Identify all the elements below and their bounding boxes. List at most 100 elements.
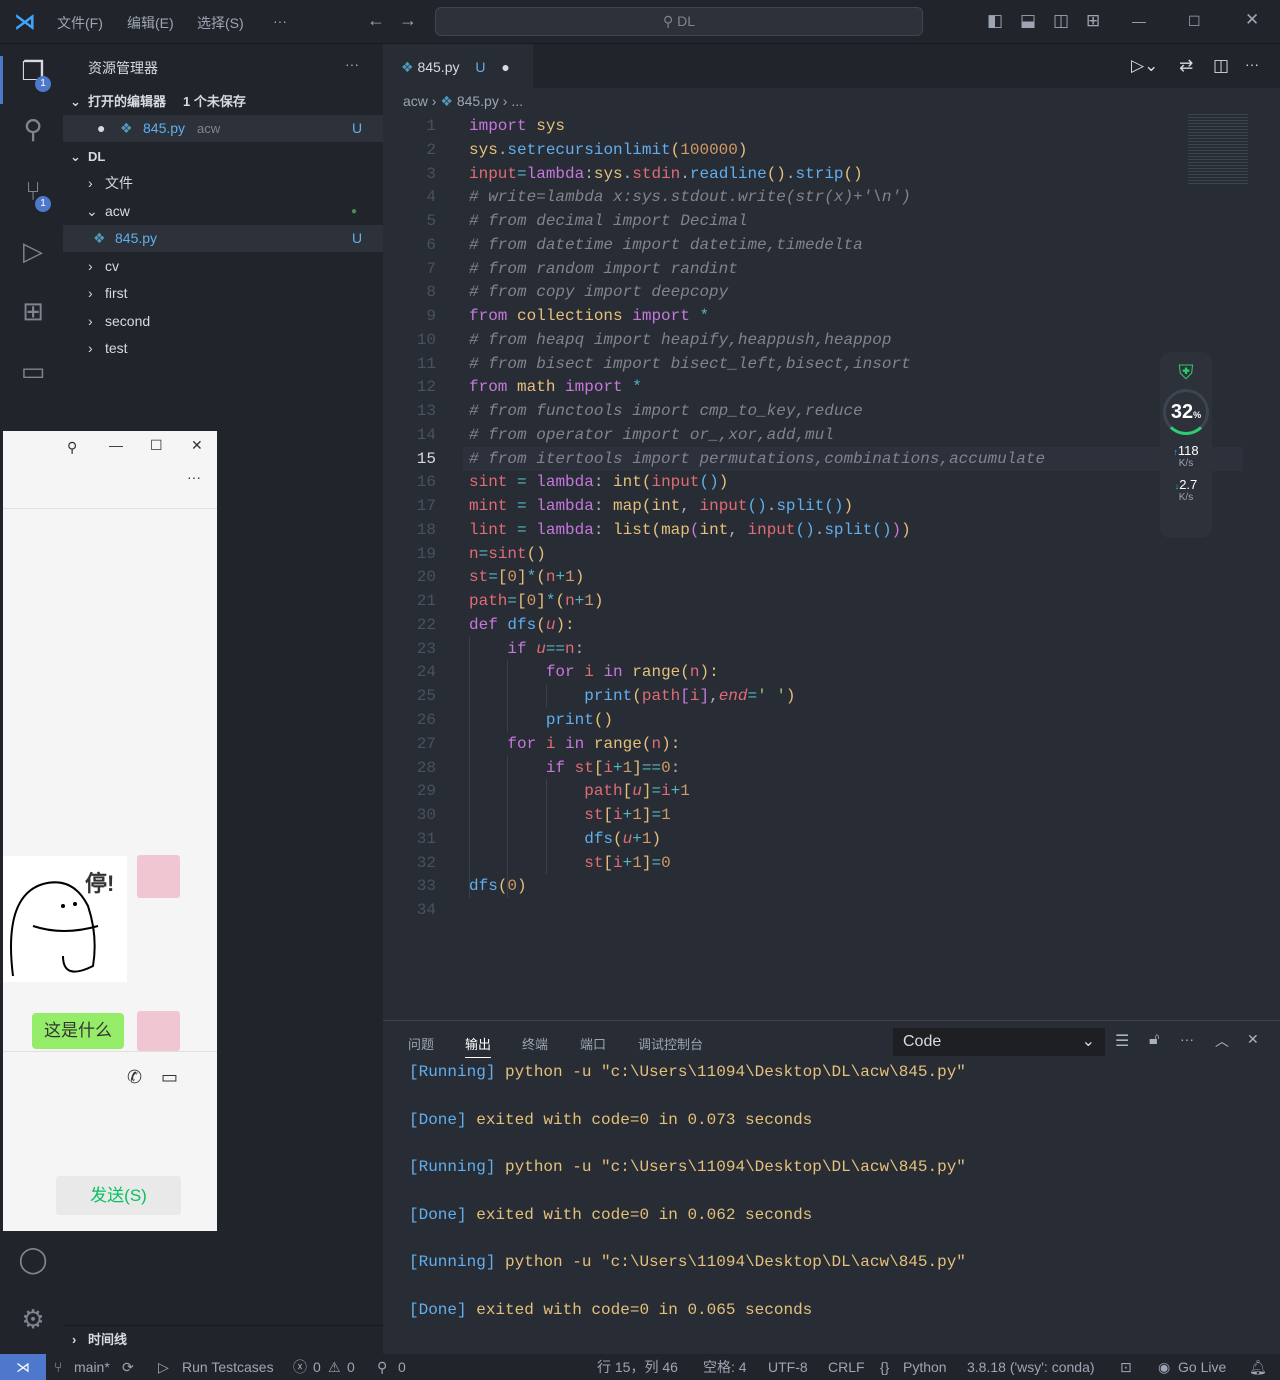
code-line[interactable]: from math import *: [469, 375, 642, 399]
tree-item-folder[interactable]: › cv: [63, 253, 383, 280]
close-button[interactable]: ✕: [1245, 10, 1259, 30]
code-line[interactable]: # from copy import deepcopy: [469, 280, 728, 304]
indentation[interactable]: 空格: 4: [703, 1354, 747, 1380]
code-line[interactable]: n=sint(): [469, 542, 546, 566]
notifications-bell-icon[interactable]: 🔔︎: [1249, 1354, 1267, 1380]
maximize-button[interactable]: ☐: [1188, 13, 1201, 30]
close-button[interactable]: ✕: [191, 437, 203, 454]
code-line[interactable]: mint = lambda: map(int, input().split()): [469, 494, 853, 518]
video-call-icon[interactable]: ▭: [161, 1067, 178, 1088]
code-line[interactable]: if st[i+1]==0:: [469, 756, 680, 780]
folder-root-header[interactable]: ⌄ DL: [63, 143, 383, 170]
back-icon[interactable]: ←: [367, 10, 385, 31]
lock-scroll-icon[interactable]: 🔓︎: [1149, 1031, 1159, 1049]
code-line[interactable]: dfs(0): [469, 874, 527, 898]
tree-item-folder[interactable]: › first: [63, 280, 383, 307]
accounts-icon[interactable]: ◯: [15, 1244, 51, 1280]
code-line[interactable]: print(): [469, 708, 613, 732]
more-actions-icon[interactable]: ···: [1180, 1031, 1194, 1047]
toggle-secondary-sidebar-icon[interactable]: ◫: [1053, 11, 1069, 31]
pin-icon[interactable]: ⚲: [67, 439, 77, 456]
code-line[interactable]: # from bisect import bisect_left,bisect,…: [469, 352, 911, 376]
minimize-button[interactable]: —: [109, 437, 123, 453]
tree-item-folder[interactable]: ⌄ acw ●: [63, 198, 383, 225]
remote-explorer-icon[interactable]: ▭: [15, 356, 51, 392]
maximize-panel-icon[interactable]: ︿: [1215, 1031, 1229, 1051]
error-count[interactable]: 0: [313, 1354, 321, 1380]
toggle-sidebar-icon[interactable]: ◧: [987, 11, 1003, 31]
compare-changes-icon[interactable]: ⇄: [1179, 56, 1193, 76]
settings-gear-icon[interactable]: ⚙: [15, 1304, 51, 1340]
git-branch[interactable]: main*: [74, 1354, 110, 1380]
menu-file[interactable]: 文件(F): [57, 13, 103, 33]
timeline-header[interactable]: › 时间线: [63, 1325, 383, 1352]
extensions-icon[interactable]: ⊞: [15, 296, 51, 332]
code-line[interactable]: # from heapq import heapify,heappush,hea…: [469, 328, 891, 352]
send-button[interactable]: 发送(S): [56, 1176, 181, 1215]
tree-item-folder[interactable]: › second: [63, 308, 383, 335]
remote-indicator-icon[interactable]: ⋊: [0, 1354, 46, 1380]
warning-count[interactable]: 0: [347, 1354, 355, 1380]
code-line[interactable]: sys.setrecursionlimit(100000): [469, 138, 747, 162]
more-actions-icon[interactable]: ···: [1245, 56, 1259, 72]
code-line[interactable]: def dfs(u):: [469, 613, 575, 637]
code-line[interactable]: # from itertools import permutations,com…: [469, 447, 1045, 471]
code-line[interactable]: path=[0]*(n+1): [469, 589, 604, 613]
customize-layout-icon[interactable]: ⊞: [1086, 11, 1100, 31]
menu-more[interactable]: ···: [273, 13, 287, 29]
tab-845py[interactable]: ❖ 845.py U ●: [383, 44, 533, 88]
run-testcases-button[interactable]: Run Testcases: [182, 1354, 274, 1380]
code-line[interactable]: # from decimal import Decimal: [469, 209, 747, 233]
breadcrumb-symbol[interactable]: ...: [511, 93, 523, 109]
tab-ports[interactable]: 端口: [580, 1034, 606, 1053]
code-line[interactable]: dfs(u+1): [469, 827, 661, 851]
code-line[interactable]: if u==n:: [469, 637, 584, 661]
sticker-image[interactable]: 停!: [3, 856, 127, 982]
tab-terminal[interactable]: 终端: [522, 1034, 548, 1053]
more-icon[interactable]: ···: [187, 469, 201, 485]
python-interpreter[interactable]: 3.8.18 ('wsy': conda): [967, 1354, 1095, 1380]
toggle-panel-icon[interactable]: ⬓: [1020, 11, 1036, 31]
close-panel-icon[interactable]: ✕: [1247, 1031, 1259, 1048]
phone-call-icon[interactable]: ✆: [127, 1067, 142, 1088]
tab-output[interactable]: 输出: [465, 1034, 492, 1058]
tab-debug-console[interactable]: 调试控制台: [638, 1034, 703, 1053]
avatar[interactable]: [137, 1011, 180, 1051]
sync-icon[interactable]: ⟳: [122, 1354, 134, 1380]
split-editor-icon[interactable]: ◫: [1213, 56, 1229, 76]
code-line[interactable]: path[u]=i+1: [469, 779, 690, 803]
code-line[interactable]: input=lambda:sys.stdin.readline().strip(…: [469, 162, 863, 186]
run-debug-icon[interactable]: ▷: [15, 236, 51, 272]
code-line[interactable]: import sys: [469, 114, 565, 138]
ports-count[interactable]: 0: [398, 1354, 406, 1380]
code-line[interactable]: # write=lambda x:sys.stdout.write(str(x)…: [469, 185, 911, 209]
tree-item-file[interactable]: ❖ 845.py U: [63, 225, 383, 252]
code-line[interactable]: st[i+1]=1: [469, 803, 670, 827]
avatar[interactable]: [137, 855, 180, 898]
tab-problems[interactable]: 问题: [408, 1034, 434, 1053]
open-editor-item[interactable]: ● ❖ 845.py acw U: [63, 115, 383, 142]
unsaved-dot-icon[interactable]: ●: [501, 59, 509, 75]
code-line[interactable]: from collections import *: [469, 304, 709, 328]
tree-item-folder[interactable]: › 文件: [63, 170, 383, 197]
minimap[interactable]: [1188, 114, 1248, 184]
code-line[interactable]: # from functools import cmp_to_key,reduc…: [469, 399, 863, 423]
menu-edit[interactable]: 编辑(E): [127, 13, 174, 33]
code-line[interactable]: st[i+1]=0: [469, 851, 670, 875]
go-live-button[interactable]: Go Live: [1178, 1354, 1226, 1380]
run-file-icon[interactable]: ▷⌄: [1131, 56, 1158, 76]
output-channel-select[interactable]: Code ⌄: [893, 1028, 1105, 1056]
tree-item-folder[interactable]: › test: [63, 335, 383, 362]
code-line[interactable]: lint = lambda: list(map(int, input().spl…: [469, 518, 911, 542]
code-line[interactable]: # from operator import or_,xor,add,mul: [469, 423, 834, 447]
terminal-icon[interactable]: ⊡: [1120, 1354, 1132, 1380]
code-line[interactable]: print(path[i],end=' '): [469, 684, 795, 708]
line-ending[interactable]: CRLF: [828, 1354, 865, 1380]
breadcrumb-folder[interactable]: acw: [403, 93, 428, 109]
code-line[interactable]: st=[0]*(n+1): [469, 565, 584, 589]
menu-selection[interactable]: 选择(S): [197, 13, 244, 33]
cursor-position[interactable]: 行 15，列 46: [597, 1354, 678, 1380]
encoding[interactable]: UTF-8: [768, 1354, 808, 1380]
breadcrumb-file[interactable]: 845.py: [457, 93, 499, 109]
clear-output-icon[interactable]: ☰: [1115, 1031, 1129, 1051]
